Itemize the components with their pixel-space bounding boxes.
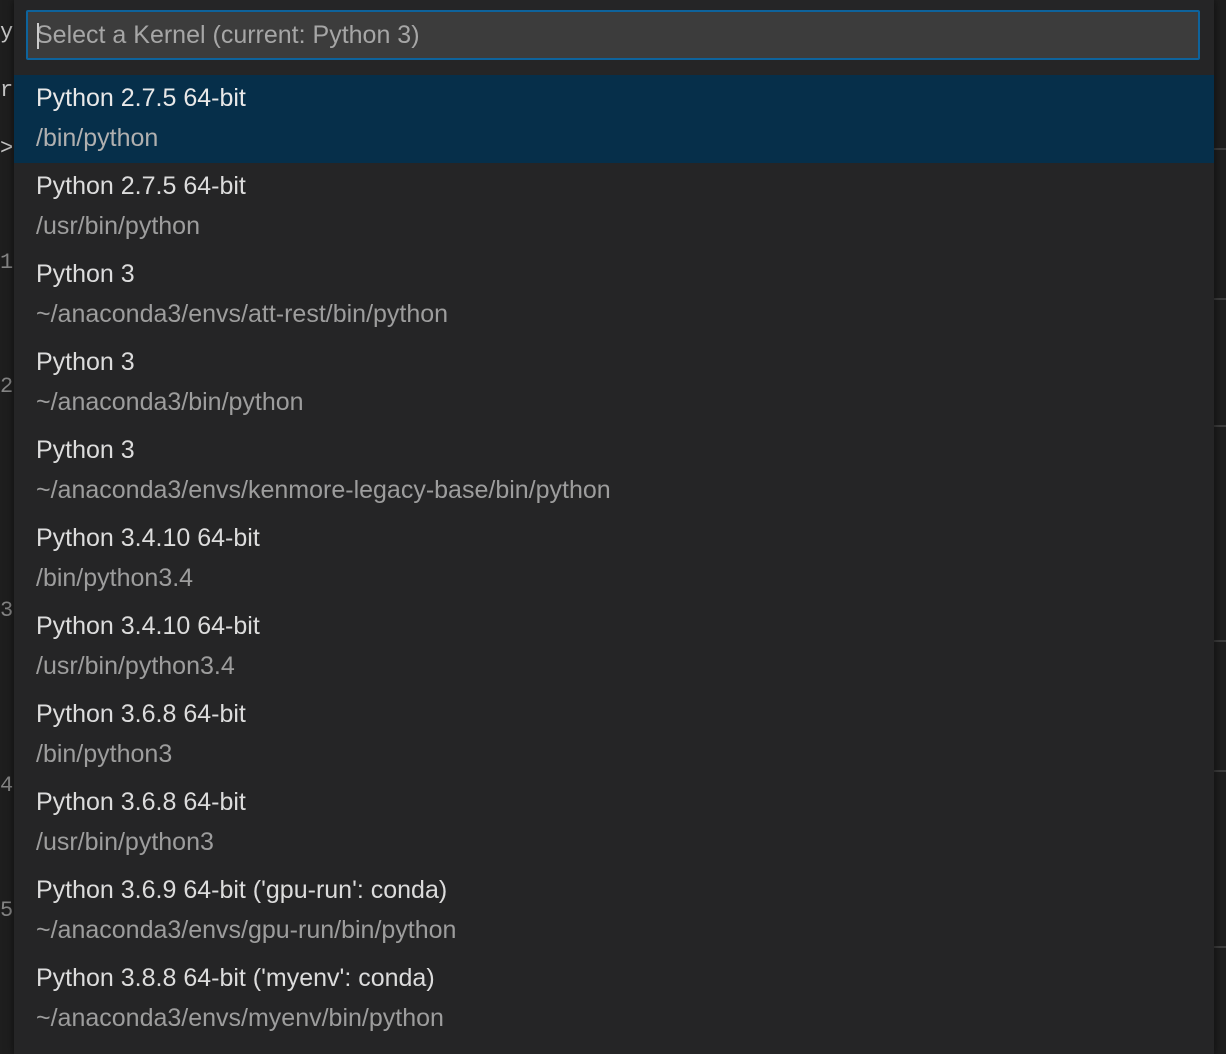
kernel-option[interactable]: Python 3 ~/anaconda3/bin/python (14, 339, 1214, 427)
kernel-option[interactable]: Python 3 ~/anaconda3/envs/kenmore-legacy-… (14, 427, 1214, 515)
background-divider (1214, 770, 1226, 772)
editor-window: y ri > 1 2 3 4 5 Python 2.7.5 64-bit/bin… (0, 0, 1226, 1054)
kernel-option[interactable]: Python 3.8.8 64-bit ('myenv': conda) ~/an… (14, 955, 1214, 1043)
kernel-option[interactable]: Python 3 ~/anaconda3/envs/att-rest/bin/py… (14, 251, 1214, 339)
kernel-option[interactable]: Python 3.4.10 64-bit/bin/python3.4 (14, 515, 1214, 603)
kernel-option-path: ~/anaconda3/bin/python (36, 388, 304, 416)
kernel-option-label: Python 3.6.8 64-bit (36, 700, 246, 728)
kernel-filter-box[interactable] (26, 10, 1200, 60)
kernel-option-label: Python 3.4.10 64-bit (36, 524, 260, 552)
kernel-option-path: /bin/python3 (36, 740, 173, 768)
kernel-option-label: Python 3.6.8 64-bit (36, 788, 246, 816)
kernel-option-label: Python 3.4.10 64-bit (36, 612, 260, 640)
background-divider (1214, 298, 1226, 300)
kernel-option-path: ~/anaconda3/envs/myenv/bin/python (36, 1004, 444, 1032)
kernel-option[interactable]: Python 3.6.9 64-bit ('gpu-run': conda) ~/… (14, 867, 1214, 955)
kernel-option[interactable]: Python 3.6.8 64-bit/bin/python3 (14, 691, 1214, 779)
background-line-number: 3 (0, 598, 14, 623)
kernel-list: Python 2.7.5 64-bit/bin/python Python 2.7… (14, 75, 1214, 1043)
kernel-option-label: Python 2.7.5 64-bit (36, 84, 246, 112)
kernel-option-label: Python 3.6.9 64-bit ('gpu-run': conda) (36, 876, 448, 904)
kernel-option-label: Python 3 (36, 260, 135, 288)
text-cursor (37, 23, 39, 49)
background-text-fragment: > (0, 136, 14, 161)
background-divider (1214, 640, 1226, 642)
kernel-option-path: /bin/python (36, 124, 159, 152)
background-line-number: 2 (0, 374, 14, 399)
background-line-number: 5 (0, 898, 14, 923)
background-divider (1214, 946, 1226, 948)
background-divider (1214, 148, 1226, 150)
background-divider (1214, 425, 1226, 427)
kernel-option-path: ~/anaconda3/envs/att-rest/bin/python (36, 300, 449, 328)
kernel-option-path: /usr/bin/python (36, 212, 200, 240)
kernel-option-path: ~/anaconda3/envs/gpu-run/bin/python (36, 916, 457, 944)
kernel-option[interactable]: Python 2.7.5 64-bit/usr/bin/python (14, 163, 1214, 251)
kernel-option-label: Python 2.7.5 64-bit (36, 172, 246, 200)
kernel-option[interactable]: Python 2.7.5 64-bit/bin/python (14, 75, 1214, 163)
background-text-fragment: y (0, 20, 14, 45)
background-line-number: 1 (0, 250, 14, 275)
kernel-filter-input[interactable] (28, 12, 1198, 58)
kernel-option-path: /usr/bin/python3.4 (36, 652, 235, 680)
kernel-option-path: /usr/bin/python3 (36, 828, 214, 856)
kernel-quick-pick: Python 2.7.5 64-bit/bin/pythonPython 2.7… (14, 0, 1214, 1054)
kernel-option-label: Python 3 (36, 348, 135, 376)
kernel-option-path: ~/anaconda3/envs/kenmore-legacy-base/bin… (36, 476, 611, 504)
kernel-option-label: Python 3.8.8 64-bit ('myenv': conda) (36, 964, 435, 992)
kernel-option[interactable]: Python 3.4.10 64-bit/usr/bin/python3.4 (14, 603, 1214, 691)
background-line-number: 4 (0, 773, 14, 798)
kernel-option[interactable]: Python 3.6.8 64-bit/usr/bin/python3 (14, 779, 1214, 867)
kernel-option-path: /bin/python3.4 (36, 564, 194, 592)
kernel-option-label: Python 3 (36, 436, 135, 464)
